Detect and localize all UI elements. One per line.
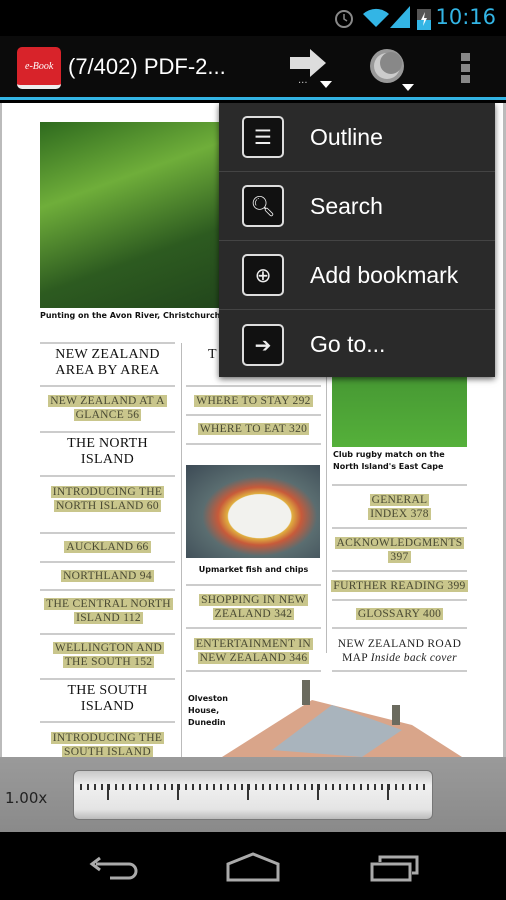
home-icon[interactable] — [226, 852, 282, 884]
toc-link[interactable]: NEW ZEALAND AT A GLANCE 56 — [40, 394, 175, 422]
photo-caption: Punting on the Avon River, Christchurch — [40, 311, 221, 320]
menu-item-goto[interactable]: ➔ Go to... — [219, 310, 495, 379]
search-icon: 🔍︎ — [242, 185, 284, 227]
night-mode-button[interactable] — [368, 46, 414, 92]
clock: 10:16 — [435, 5, 496, 29]
toc-link[interactable]: AUCKLAND 66 — [40, 540, 175, 554]
column-divider — [181, 343, 182, 757]
ruler-major-ticks — [80, 784, 426, 800]
menu-item-outline[interactable]: ☰ Outline — [219, 103, 495, 172]
toc-link[interactable]: ENTERTAINMENT IN NEW ZEALAND 346 — [188, 637, 319, 665]
toc-link[interactable]: THE CENTRAL NORTH ISLAND 112 — [42, 597, 175, 625]
toc-entry: NEW ZEALAND ROAD MAP Inside back cover — [337, 638, 462, 664]
toc-link[interactable]: INTRODUCING THE SOUTH ISLAND — [46, 731, 169, 757]
battery-charging-icon — [417, 9, 431, 30]
back-icon[interactable] — [88, 852, 138, 882]
toc-link[interactable]: GLOSSARY 400 — [332, 607, 467, 621]
svg-text:...: ... — [298, 75, 308, 86]
toc-link[interactable]: ACKNOWLEDGMENTS 397 — [332, 536, 467, 564]
toc-link[interactable]: GENERAL INDEX 378 — [351, 493, 448, 521]
zoom-level: 1.00x — [5, 789, 48, 807]
action-bar: e-Book (7/402) PDF-2... ... — [0, 36, 506, 100]
goto-page-button[interactable]: ... — [288, 49, 334, 91]
navigation-bar — [0, 832, 506, 900]
toc-link[interactable]: INTRODUCING THE NORTH ISLAND 60 — [46, 485, 169, 513]
toc-link[interactable]: SHOPPING IN NEW ZEALAND 342 — [192, 593, 315, 621]
section-heading: THE NORTH ISLAND — [67, 436, 148, 467]
zoom-bar: 1.00x — [0, 757, 506, 832]
toc-link[interactable]: FURTHER READING 399 — [328, 579, 471, 593]
photo-caption: Upmarket fish and chips — [198, 565, 309, 574]
column-divider — [326, 343, 327, 653]
status-bar: 10:16 — [0, 0, 506, 36]
fish-and-chips-photo — [186, 465, 320, 558]
menu-item-search[interactable]: 🔍︎ Search — [219, 172, 495, 241]
outline-list-icon: ☰ — [242, 116, 284, 158]
toc-link[interactable]: NORTHLAND 94 — [40, 569, 175, 583]
recents-icon[interactable] — [370, 854, 420, 884]
signal-icon — [390, 6, 410, 28]
olveston-house-illustration — [222, 680, 462, 757]
bookmark-add-icon: ⊕ — [242, 254, 284, 296]
wifi-icon — [363, 8, 389, 27]
menu-item-add-bookmark[interactable]: ⊕ Add bookmark — [219, 241, 495, 310]
overflow-menu-button[interactable] — [461, 53, 470, 83]
document-title[interactable]: (7/402) PDF-2... — [68, 54, 226, 80]
toc-link[interactable]: WHERE TO STAY 292 — [186, 394, 321, 408]
alarm-icon — [335, 10, 353, 28]
toc-link[interactable]: WELLINGTON AND THE SOUTH 152 — [42, 641, 175, 669]
overflow-menu: ☰ Outline 🔍︎ Search ⊕ Add bookmark ➔ Go to..… — [219, 103, 495, 377]
section-heading: THE SOUTH ISLAND — [67, 683, 148, 714]
zoom-slider[interactable] — [73, 770, 433, 820]
app-logo[interactable]: e-Book — [17, 47, 61, 89]
section-heading: NEW ZEALAND AREA BY AREA — [55, 347, 160, 378]
goto-arrow-icon: ➔ — [242, 323, 284, 366]
photo-caption: Club rugby match on the North Island's E… — [333, 450, 445, 471]
toc-link[interactable]: WHERE TO EAT 320 — [186, 422, 321, 436]
